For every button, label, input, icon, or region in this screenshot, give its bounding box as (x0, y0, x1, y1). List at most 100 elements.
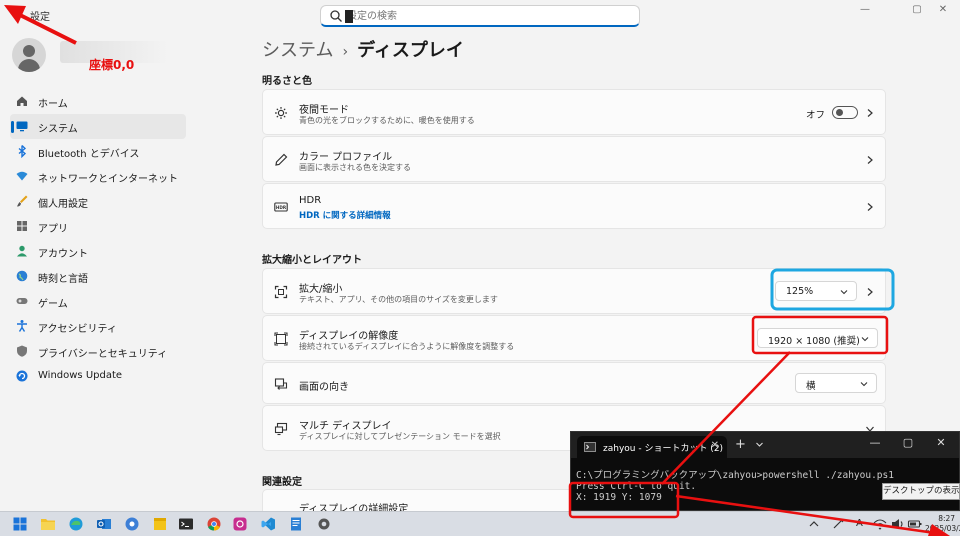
sidebar-item-accounts[interactable]: アカウント (10, 239, 186, 264)
scale-description: テキスト、アプリ、その他の項目のサイズを変更します (299, 295, 498, 304)
chrome-canary-icon[interactable] (124, 516, 140, 532)
terminal-icon[interactable] (178, 516, 194, 532)
sidebar-item-label: ネットワークとインターネット (38, 174, 178, 185)
chevron-down-icon[interactable] (755, 440, 764, 449)
svg-text:HDR: HDR (276, 205, 287, 210)
chevron-right-icon (867, 203, 873, 211)
monitor-icon (16, 121, 28, 132)
rotate-screen-icon (274, 378, 288, 390)
wifi-icon (16, 171, 28, 181)
hdr-icon: HDR (274, 202, 288, 212)
sidebar-item-label: 時刻と言語 (38, 274, 88, 285)
search-input[interactable] (347, 9, 627, 23)
terminal-tab-bar: zahyou - ショートカット (2) ✕ + — ▢ ✕ (571, 432, 959, 458)
sidebar-item-network[interactable]: ネットワークとインターネット (10, 164, 186, 189)
scale-value: 125% (786, 286, 814, 297)
orientation-value: 横 (806, 381, 816, 392)
vscode-icon[interactable] (260, 516, 276, 532)
color-profile-title: カラー プロファイル (299, 152, 393, 163)
terminal-close-button[interactable]: ✕ (933, 436, 949, 449)
terminal-tab-close-button[interactable]: ✕ (711, 440, 719, 451)
gamepad-icon (16, 298, 28, 304)
hdr-learn-more-link[interactable]: HDR に関する詳細情報 (299, 209, 391, 221)
outlook-icon[interactable] (96, 516, 112, 532)
orientation-card[interactable]: 画面の向き 横 (262, 362, 886, 404)
page-title: ディスプレイ (357, 40, 464, 61)
sidebar-item-bluetooth[interactable]: Bluetooth とデバイス (10, 139, 186, 164)
globe-icon (16, 270, 28, 282)
chevron-down-icon (861, 337, 869, 342)
toggle-knob (836, 109, 843, 116)
maximize-button[interactable]: ▢ (904, 2, 930, 18)
minimize-button[interactable]: — (852, 2, 878, 18)
chevron-up-icon[interactable] (806, 516, 822, 532)
update-icon (16, 370, 28, 382)
breadcrumb: システム › ディスプレイ (262, 36, 464, 62)
settings-icon[interactable] (316, 516, 332, 532)
resolution-title: ディスプレイの解像度 (299, 331, 399, 342)
taskbar: A 8:27 2025/03/20 (0, 511, 960, 536)
search-box[interactable] (320, 5, 640, 27)
pen-icon (275, 153, 288, 166)
pen-menu-icon[interactable] (830, 516, 846, 532)
sidebar-item-gaming[interactable]: ゲーム (10, 289, 186, 314)
sidebar-item-label: アプリ (38, 224, 68, 235)
clock[interactable]: 8:27 2025/03/20 (925, 514, 960, 534)
account-icon (17, 245, 27, 257)
resolution-description: 接続されているディスプレイに合うように解像度を調整する (299, 342, 515, 351)
chevron-down-icon (840, 290, 848, 295)
avatar[interactable] (12, 38, 46, 72)
chrome-icon[interactable] (206, 516, 222, 532)
section-title-brightness-color: 明るさと色 (262, 76, 312, 87)
wifi-icon[interactable] (872, 516, 888, 532)
terminal-tab[interactable]: zahyou - ショートカット (2) ✕ (577, 436, 727, 458)
sidebar-item-label: Windows Update (38, 370, 123, 381)
brightness-icon (275, 107, 287, 119)
sidebar-item-windows-update[interactable]: Windows Update (10, 364, 186, 389)
sidebar-item-home[interactable]: ホーム (10, 89, 186, 114)
sidebar-item-privacy-security[interactable]: プライバシーとセキュリティ (10, 339, 186, 364)
windows-start-icon[interactable] (12, 516, 28, 532)
new-tab-button[interactable]: + (735, 437, 746, 452)
edge-icon[interactable] (68, 516, 84, 532)
text-caret (345, 10, 353, 23)
color-profile-card[interactable]: カラー プロファイル 画面に表示される色を決定する (262, 136, 886, 182)
night-light-card[interactable]: 夜間モード 青色の光をブロックするために、暖色を使用する オフ (262, 89, 886, 135)
terminal-line: C:\プログラミングバックアップ\zahyou>powershell ./zah… (576, 470, 894, 481)
chevron-down-icon (860, 382, 868, 387)
terminal-maximize-button[interactable]: ▢ (900, 436, 916, 449)
resolution-dropdown[interactable]: 1920 × 1080 (推奨) (757, 328, 878, 348)
sidebar-item-personalization[interactable]: 個人用設定 (10, 189, 186, 214)
scale-dropdown[interactable]: 125% (775, 281, 857, 301)
close-button[interactable]: ✕ (930, 2, 956, 18)
terminal-minimize-button[interactable]: — (867, 436, 883, 449)
file-explorer-icon[interactable] (40, 516, 56, 532)
volume-icon[interactable] (890, 516, 906, 532)
color-profile-description: 画面に表示される色を決定する (299, 163, 411, 172)
sidebar-item-time-language[interactable]: 時刻と言語 (10, 264, 186, 289)
sticky-notes-icon[interactable] (152, 516, 168, 532)
night-light-toggle[interactable] (832, 106, 858, 119)
scale-card[interactable]: 拡大/縮小 テキスト、アプリ、その他の項目のサイズを変更します 125% (262, 268, 886, 314)
app-icon[interactable] (232, 516, 248, 532)
resolution-card[interactable]: ディスプレイの解像度 接続されているディスプレイに合うように解像度を調整する 1… (262, 315, 886, 361)
battery-icon[interactable] (907, 516, 923, 532)
sidebar-item-apps[interactable]: アプリ (10, 214, 186, 239)
terminal-tab-label: zahyou - ショートカット (2) (603, 444, 724, 454)
selection-indicator (11, 121, 14, 133)
sidebar-item-system[interactable]: システム (10, 114, 186, 139)
sidebar-item-label: ゲーム (38, 299, 68, 310)
hdr-card[interactable]: HDR HDR HDR に関する詳細情報 (262, 183, 886, 229)
night-light-toggle-label: オフ (805, 110, 825, 121)
chevron-right-icon[interactable] (865, 287, 875, 297)
breadcrumb-parent[interactable]: システム (262, 40, 333, 61)
terminal-line: X: 1919 Y: 1079 (576, 492, 662, 503)
resolution-value: 1920 × 1080 (推奨) (768, 336, 860, 347)
clock-date: 2025/03/20 (925, 524, 960, 533)
terminal-output[interactable]: C:\プログラミングバックアップ\zahyou>powershell ./zah… (576, 470, 894, 503)
input-indicator[interactable]: A (856, 518, 863, 529)
orientation-dropdown[interactable]: 横 (795, 373, 877, 393)
notepad-icon[interactable] (288, 516, 304, 532)
sidebar-item-accessibility[interactable]: アクセシビリティ (10, 314, 186, 339)
scale-title: 拡大/縮小 (299, 284, 343, 295)
